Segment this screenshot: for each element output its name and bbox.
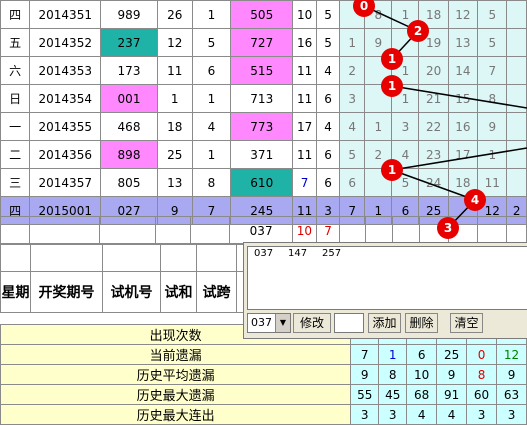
- trend-line: [391, 85, 527, 109]
- number-list-item[interactable]: 037: [254, 248, 273, 259]
- trend-ball: 3: [437, 217, 459, 239]
- trend-line: [391, 147, 527, 171]
- number-list-item[interactable]: 257: [322, 248, 341, 259]
- delete-button[interactable]: 删除: [405, 313, 438, 333]
- trend-ball: 1: [381, 159, 403, 181]
- trend-ball: 1: [381, 48, 403, 70]
- add-button[interactable]: 添加: [368, 313, 401, 333]
- number-list[interactable]: 037 147 257: [247, 246, 527, 310]
- trend-ball: 1: [381, 75, 403, 97]
- trial-number-panel: 037 147 257 037 ▼ 修改 添加 删除 清空: [243, 242, 527, 339]
- edit-button[interactable]: 修改: [293, 313, 331, 333]
- number-list-item[interactable]: 147: [288, 248, 307, 259]
- trend-overlay: [363, 5, 527, 229]
- number-input[interactable]: [334, 313, 364, 333]
- number-combo[interactable]: 037 ▼: [247, 313, 291, 333]
- clear-button[interactable]: 清空: [450, 313, 483, 333]
- chevron-down-icon[interactable]: ▼: [275, 314, 290, 332]
- number-combo-value: 037: [251, 316, 272, 329]
- trend-line: [391, 169, 476, 201]
- trend-ball: 4: [464, 189, 486, 211]
- trend-ball: 2: [407, 20, 429, 42]
